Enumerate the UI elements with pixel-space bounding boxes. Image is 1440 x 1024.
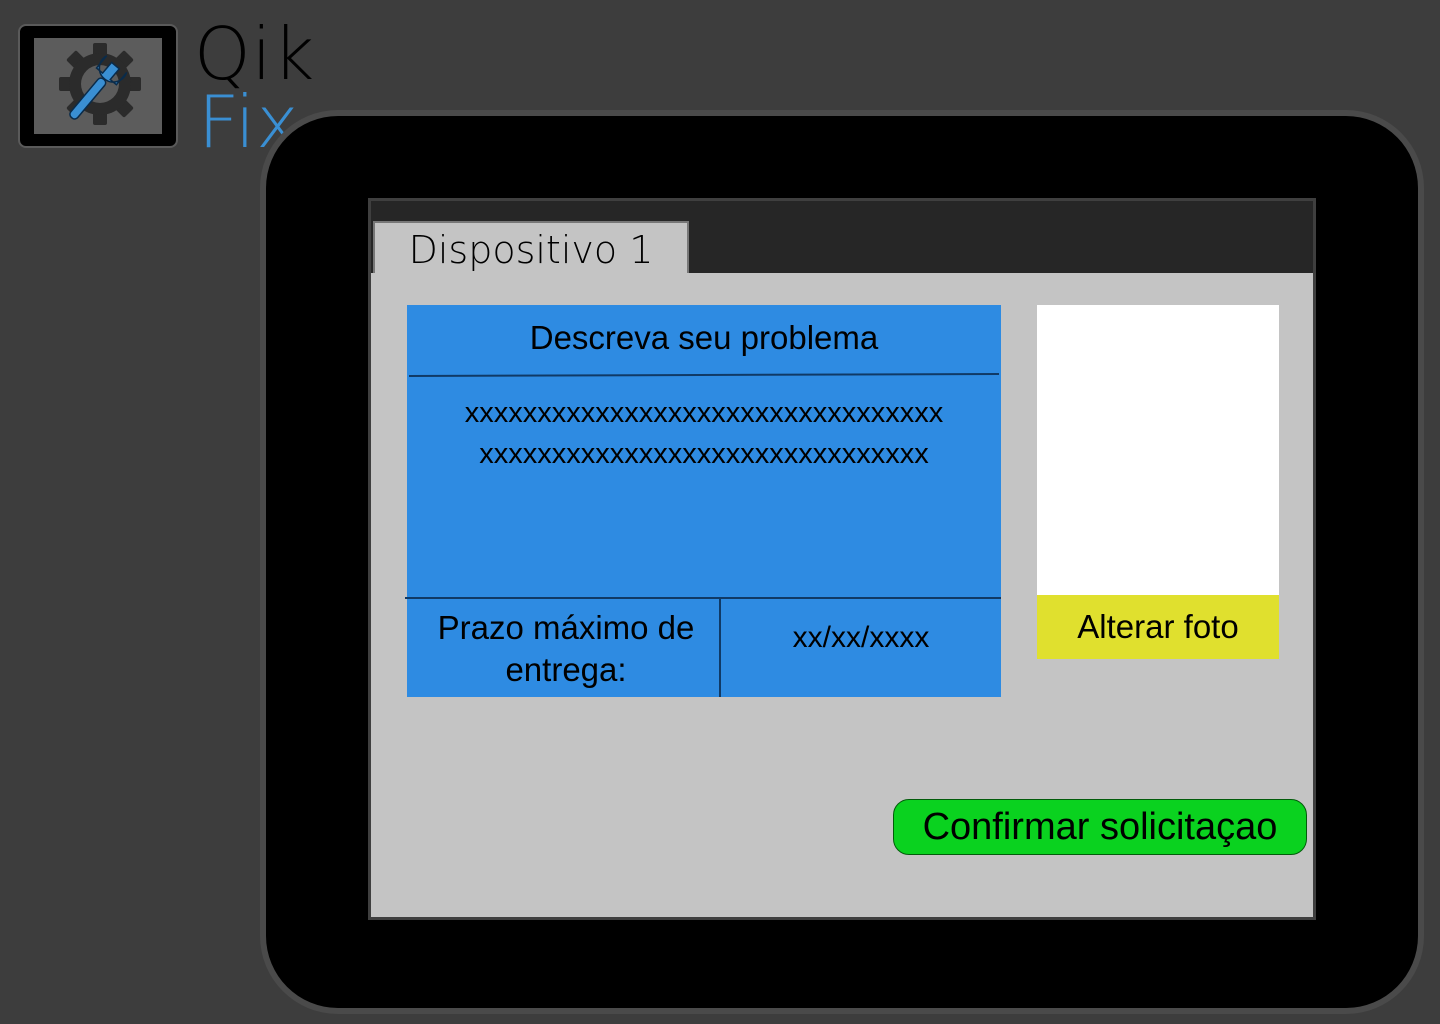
problem-description-line: xxxxxxxxxxxxxxxxxxxxxxxxxxxxxxx [479,438,929,470]
device-photo [1037,305,1279,595]
confirm-request-button[interactable]: Confirmar solicitaçao [893,799,1307,855]
tablet-screen: Dispositivo 1 Descreva seu problema xxxx… [368,198,1316,920]
deadline-label-line: entrega: [505,651,627,688]
deadline-label-line: Prazo máximo de [437,609,695,646]
problem-divider [408,372,1000,377]
app-logo [18,24,178,148]
deadline-label: Prazo máximo de entrega: [407,607,725,691]
deadline-divider [405,597,1001,599]
change-photo-button[interactable]: Alterar foto [1037,595,1279,659]
deadline-date-field[interactable]: xx/xx/xxxx [721,617,1001,659]
gear-wrench-icon [34,38,162,134]
problem-description-line: xxxxxxxxxxxxxxxxxxxxxxxxxxxxxxxxx [464,397,944,429]
tab-device-1[interactable]: Dispositivo 1 [373,221,689,273]
problem-card: Descreva seu problema xxxxxxxxxxxxxxxxxx… [405,305,1001,697]
problem-description-field[interactable]: xxxxxxxxxxxxxxxxxxxxxxxxxxxxxxxxx xxxxxx… [407,393,1001,475]
problem-title: Descreva seu problema [529,319,879,356]
request-form: Descreva seu problema xxxxxxxxxxxxxxxxxx… [371,273,1313,917]
